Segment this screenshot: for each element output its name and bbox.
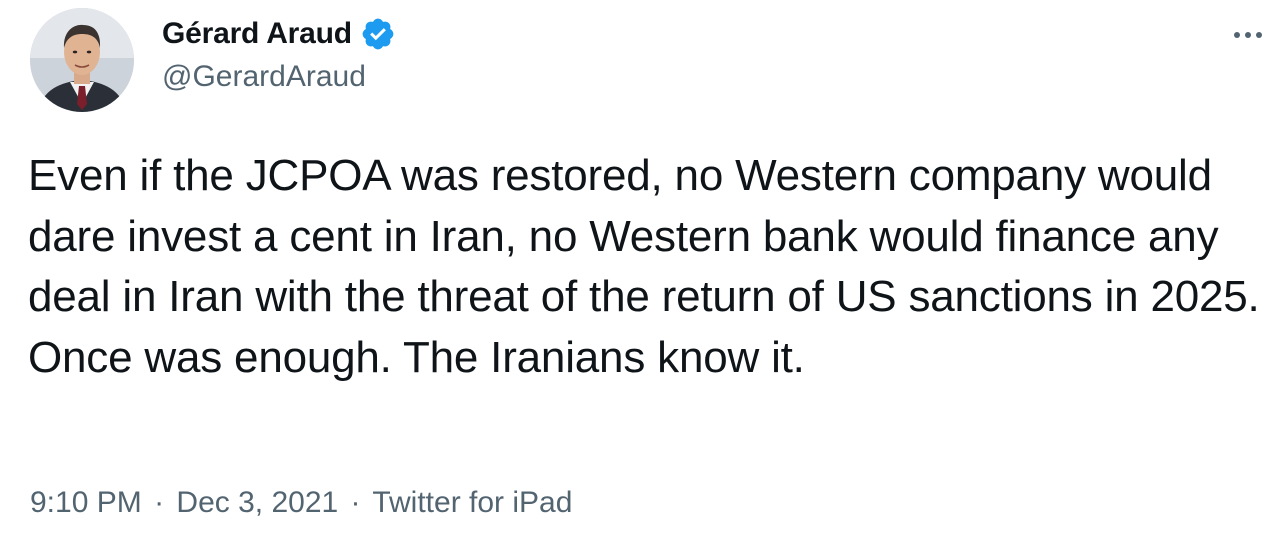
- user-info: Gérard Araud @GerardAraud: [162, 14, 396, 94]
- more-dot: [1245, 32, 1251, 38]
- avatar-image: [30, 8, 134, 112]
- meta-separator: ·: [350, 486, 361, 519]
- avatar[interactable]: [30, 8, 134, 112]
- tweet-time[interactable]: 9:10 PM: [30, 486, 142, 519]
- more-options-icon[interactable]: [1228, 20, 1268, 50]
- user-handle[interactable]: @GerardAraud: [162, 60, 396, 94]
- tweet-card: Gérard Araud @GerardAraud Even if the JC…: [0, 0, 1280, 553]
- meta-separator: ·: [154, 486, 165, 519]
- display-name[interactable]: Gérard Araud: [162, 17, 352, 51]
- more-dot: [1234, 32, 1240, 38]
- verified-badge-icon: [360, 16, 396, 52]
- name-row: Gérard Araud: [162, 14, 396, 54]
- more-dot: [1256, 32, 1262, 38]
- tweet-text: Even if the JCPOA was restored, no Weste…: [28, 151, 1260, 382]
- tweet-source[interactable]: Twitter for iPad: [372, 486, 572, 519]
- tweet-metadata: 9:10 PM · Dec 3, 2021 · Twitter for iPad: [30, 486, 572, 520]
- tweet-date[interactable]: Dec 3, 2021: [176, 486, 338, 519]
